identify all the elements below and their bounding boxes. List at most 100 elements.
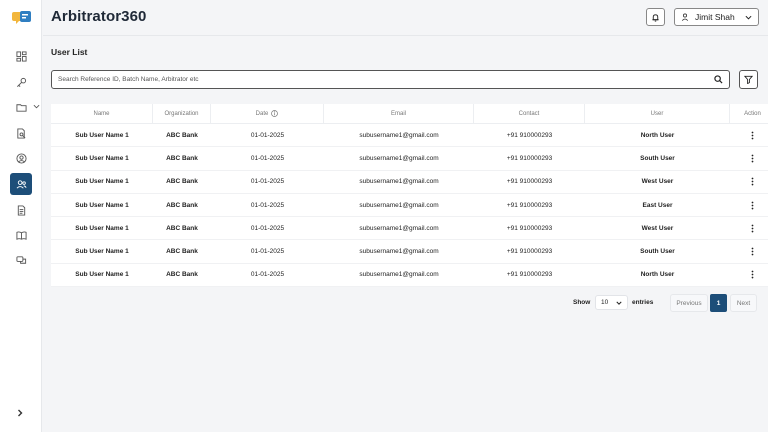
more-vertical-icon[interactable] bbox=[748, 154, 757, 163]
cell-name: Sub User Name 1 bbox=[75, 248, 129, 256]
search-input[interactable] bbox=[58, 76, 714, 83]
more-vertical-icon[interactable] bbox=[748, 247, 757, 256]
entries-label: entries bbox=[632, 299, 654, 306]
cell-organization: ABC Bank bbox=[166, 131, 198, 139]
chevron-down-icon[interactable] bbox=[33, 103, 40, 110]
nav-item-users[interactable] bbox=[10, 173, 32, 195]
cell-contact: +91 910000293 bbox=[506, 178, 553, 186]
more-vertical-icon[interactable] bbox=[748, 131, 757, 140]
user-icon bbox=[681, 13, 689, 21]
user-circle-icon bbox=[15, 152, 27, 164]
cell-action bbox=[730, 240, 768, 262]
more-vertical-icon[interactable] bbox=[748, 224, 757, 233]
notifications-button[interactable] bbox=[646, 8, 665, 26]
table-row: Sub User Name 1 ABC Bank 01-01-2025 subuser… bbox=[51, 171, 768, 194]
cell-contact: +91 910000293 bbox=[506, 224, 553, 232]
cell-email: subusername1@gmail.com bbox=[359, 154, 439, 162]
user-menu-button[interactable]: Jimit Shah bbox=[674, 8, 759, 26]
cell-name: Sub User Name 1 bbox=[75, 154, 129, 162]
more-vertical-icon[interactable] bbox=[748, 270, 757, 279]
nav-item-document-search[interactable] bbox=[10, 122, 32, 144]
book-icon bbox=[15, 230, 27, 240]
cell-date: 01-01-2025 bbox=[250, 154, 285, 162]
filter-button[interactable] bbox=[739, 70, 758, 89]
nav-item-book[interactable] bbox=[10, 224, 32, 246]
cell-organization: ABC Bank bbox=[166, 154, 198, 162]
more-vertical-icon[interactable] bbox=[748, 201, 757, 210]
previous-button[interactable]: Previous bbox=[670, 294, 708, 312]
cell-user: North User bbox=[640, 131, 675, 139]
cell-email: subusername1@gmail.com bbox=[359, 178, 439, 186]
search-icon[interactable] bbox=[714, 75, 723, 84]
header-date-label: Date bbox=[255, 110, 269, 117]
cell-contact: +91 910000293 bbox=[506, 201, 553, 209]
cell-date: 01-01-2025 bbox=[250, 248, 285, 256]
cell-user: West User bbox=[641, 178, 674, 186]
more-vertical-icon[interactable] bbox=[748, 177, 757, 186]
cell-action bbox=[730, 264, 768, 286]
chevron-right-icon[interactable] bbox=[15, 408, 25, 418]
chevron-down-icon bbox=[745, 15, 752, 20]
table-row: Sub User Name 1 ABC Bank 01-01-2025 subuser… bbox=[51, 194, 768, 218]
chat-icon bbox=[15, 255, 26, 264]
cell-user: South User bbox=[640, 248, 675, 256]
filter-icon bbox=[744, 75, 753, 84]
user-table: Name Organization Date Email Contact Use… bbox=[51, 104, 768, 288]
header-date: Date bbox=[211, 104, 324, 123]
cell-name: Sub User Name 1 bbox=[75, 178, 129, 186]
table-row: Sub User Name 1 ABC Bank 01-01-2025 subuser… bbox=[51, 240, 768, 264]
cell-email: subusername1@gmail.com bbox=[359, 248, 439, 256]
header-contact: Contact bbox=[474, 104, 585, 123]
logo-icon bbox=[12, 11, 31, 24]
top-header: Arbitrator360 Jimit Shah bbox=[43, 0, 768, 36]
cell-user: South User bbox=[640, 154, 675, 162]
page-title: User List bbox=[51, 47, 88, 57]
nav-item-profile[interactable] bbox=[10, 147, 32, 169]
entries-value: 10 bbox=[601, 299, 609, 306]
entries-select[interactable]: 10 bbox=[595, 295, 628, 310]
cell-user: North User bbox=[640, 271, 675, 279]
nav-item-chat[interactable] bbox=[10, 249, 32, 271]
nav-item-dashboard[interactable] bbox=[10, 45, 32, 67]
table-row: Sub User Name 1 ABC Bank 01-01-2025 subuser… bbox=[51, 264, 768, 288]
cell-action bbox=[730, 124, 768, 146]
cell-action bbox=[730, 147, 768, 169]
search-box[interactable] bbox=[51, 70, 730, 89]
cell-date: 01-01-2025 bbox=[250, 178, 285, 186]
header-email: Email bbox=[324, 104, 474, 123]
cell-name: Sub User Name 1 bbox=[75, 271, 129, 279]
bell-icon bbox=[652, 13, 659, 22]
cell-organization: ABC Bank bbox=[166, 178, 198, 186]
chevron-down-icon bbox=[616, 301, 622, 305]
users-icon bbox=[16, 179, 27, 189]
table-row: Sub User Name 1 ABC Bank 01-01-2025 subuser… bbox=[51, 124, 768, 148]
table-body: Sub User Name 1 ABC Bank 01-01-2025 subuser… bbox=[51, 124, 768, 288]
cell-date: 01-01-2025 bbox=[250, 271, 285, 279]
page-1-button[interactable]: 1 bbox=[710, 294, 727, 312]
cell-contact: +91 910000293 bbox=[506, 271, 553, 279]
header-action: Action bbox=[744, 110, 761, 117]
nav-item-key[interactable] bbox=[10, 71, 32, 93]
cell-action bbox=[730, 171, 768, 193]
show-label: Show bbox=[573, 299, 591, 306]
header-user: User bbox=[585, 104, 730, 123]
cell-user: East User bbox=[642, 201, 673, 209]
nav-item-file[interactable] bbox=[10, 199, 32, 221]
next-button[interactable]: Next bbox=[730, 294, 757, 312]
cell-date: 01-01-2025 bbox=[250, 224, 285, 232]
table-row: Sub User Name 1 ABC Bank 01-01-2025 subuser… bbox=[51, 147, 768, 171]
cell-name: Sub User Name 1 bbox=[75, 131, 129, 139]
user-name: Jimit Shah bbox=[695, 12, 735, 22]
table-row: Sub User Name 1 ABC Bank 01-01-2025 subuser… bbox=[51, 217, 768, 241]
info-icon[interactable] bbox=[271, 110, 279, 117]
sidebar bbox=[0, 0, 42, 432]
cell-email: subusername1@gmail.com bbox=[359, 224, 439, 232]
cell-email: subusername1@gmail.com bbox=[359, 131, 439, 139]
cell-email: subusername1@gmail.com bbox=[359, 271, 439, 279]
main-content: User List Name Organization Date Email C… bbox=[43, 36, 768, 432]
nav-item-folder[interactable] bbox=[10, 96, 32, 118]
cell-date: 01-01-2025 bbox=[250, 201, 285, 209]
cell-action bbox=[730, 217, 768, 239]
cell-organization: ABC Bank bbox=[166, 248, 198, 256]
cell-contact: +91 910000293 bbox=[506, 248, 553, 256]
